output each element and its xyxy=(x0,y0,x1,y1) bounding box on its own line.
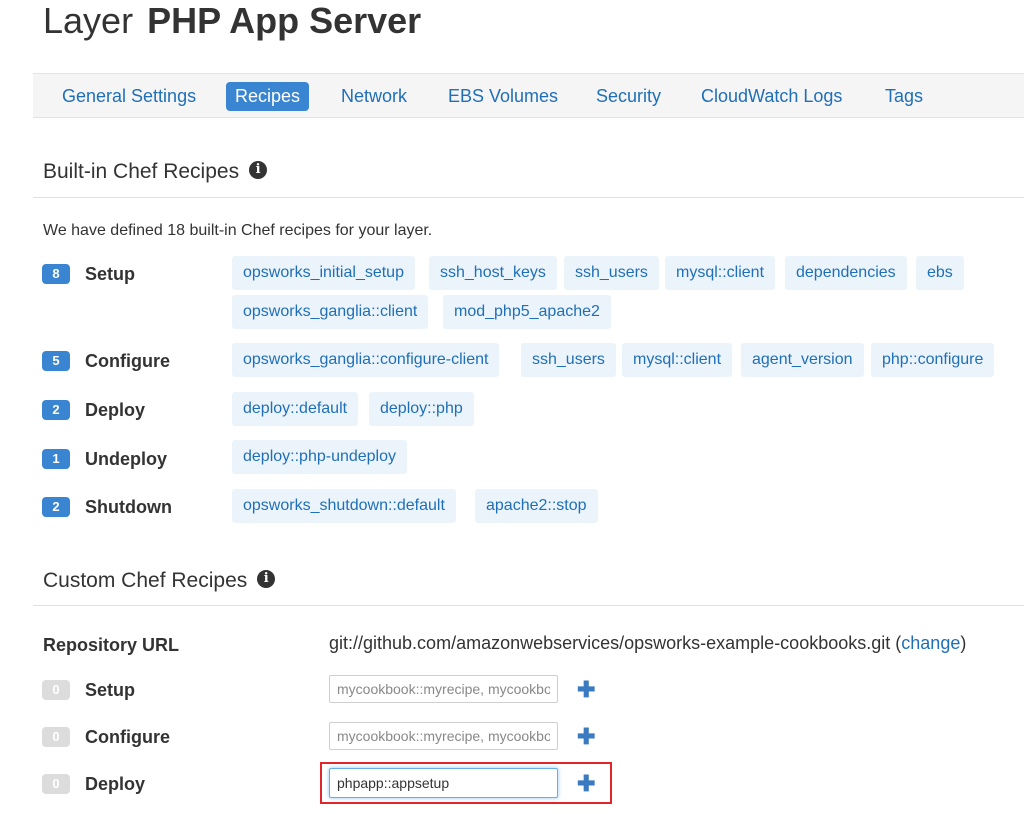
recipe-count-badge: 1 xyxy=(42,449,70,469)
recipe-count-badge: 0 xyxy=(42,727,70,747)
event-label: Configure xyxy=(85,727,170,747)
recipe-pill[interactable]: ebs xyxy=(916,256,964,290)
tab-recipes[interactable]: Recipes xyxy=(226,82,310,111)
tab-general-settings[interactable]: General Settings xyxy=(62,82,196,111)
tab-cloudwatch-logs[interactable]: CloudWatch Logs xyxy=(701,82,842,111)
event-label: Undeploy xyxy=(85,449,168,469)
recipe-pill[interactable]: php::configure xyxy=(871,343,995,377)
recipe-pill[interactable]: ssh_users xyxy=(521,343,616,377)
section-divider xyxy=(33,197,1024,198)
builtin-recipes-heading: Built-in Chef Recipes i xyxy=(43,160,268,184)
recipe-pill[interactable]: mysql::client xyxy=(665,256,776,290)
event-label: Setup xyxy=(85,680,136,700)
event-label: Shutdown xyxy=(85,497,172,517)
repository-url: git://github.com/amazonwebservices/opswo… xyxy=(329,633,966,654)
custom-setup-recipes-input[interactable] xyxy=(329,675,558,703)
custom-recipes-heading-text: Custom Chef Recipes xyxy=(43,569,248,592)
recipe-pill[interactable]: opsworks_ganglia::configure-client xyxy=(232,343,500,377)
repository-url-value: git://github.com/amazonwebservices/opswo… xyxy=(329,633,891,653)
recipe-pill[interactable]: opsworks_shutdown::default xyxy=(232,489,456,523)
tab-tags[interactable]: Tags xyxy=(885,82,923,111)
tab-bar: General Settings Recipes Network EBS Vol… xyxy=(33,73,1024,118)
builtin-intro-text: We have defined 18 built-in Chef recipes… xyxy=(43,222,433,239)
event-label: Configure xyxy=(85,351,170,371)
recipe-pill[interactable]: apache2::stop xyxy=(475,489,598,523)
tab-ebs-volumes[interactable]: EBS Volumes xyxy=(448,82,558,111)
recipe-pill[interactable]: ssh_host_keys xyxy=(429,256,557,290)
plus-icon[interactable]: ✚ xyxy=(577,679,595,701)
recipe-pill[interactable]: deploy::default xyxy=(232,392,359,426)
recipe-count-badge: 5 xyxy=(42,351,70,371)
custom-recipes-heading: Custom Chef Recipes i xyxy=(43,569,276,593)
event-label: Deploy xyxy=(85,774,146,794)
event-label: Deploy xyxy=(85,400,146,420)
info-circle-icon[interactable]: i xyxy=(249,161,268,180)
change-repository-link[interactable]: change xyxy=(901,633,960,653)
section-divider xyxy=(33,605,1024,606)
recipe-pill[interactable]: mysql::client xyxy=(622,343,733,377)
recipe-count-badge: 8 xyxy=(42,264,70,284)
recipe-pill[interactable]: deploy::php-undeploy xyxy=(232,440,408,474)
custom-configure-recipes-input[interactable] xyxy=(329,722,558,750)
repository-url-label: Repository URL xyxy=(43,635,180,655)
layer-name: PHP App Server xyxy=(147,0,422,41)
highlight-annotation xyxy=(320,762,612,804)
recipe-pill[interactable]: ssh_users xyxy=(564,256,659,290)
plus-icon[interactable]: ✚ xyxy=(577,726,595,748)
recipe-count-badge: 2 xyxy=(42,400,70,420)
info-circle-icon[interactable]: i xyxy=(257,570,276,589)
recipe-pill[interactable]: dependencies xyxy=(785,256,907,290)
tab-network[interactable]: Network xyxy=(341,82,407,111)
tab-security[interactable]: Security xyxy=(596,82,661,111)
recipe-pill[interactable]: deploy::php xyxy=(369,392,474,426)
builtin-recipes-heading-text: Built-in Chef Recipes xyxy=(43,160,240,183)
recipe-pill[interactable]: mod_php5_apache2 xyxy=(443,295,611,329)
recipe-pill[interactable]: agent_version xyxy=(741,343,864,377)
paren-close: ) xyxy=(960,633,967,653)
recipe-pill[interactable]: opsworks_initial_setup xyxy=(232,256,415,290)
recipe-count-badge: 2 xyxy=(42,497,70,517)
recipe-count-badge: 0 xyxy=(42,680,70,700)
recipe-pill[interactable]: opsworks_ganglia::client xyxy=(232,295,429,329)
page-title: Layer PHP App Server xyxy=(43,0,421,42)
event-label: Setup xyxy=(85,264,136,284)
recipe-count-badge: 0 xyxy=(42,774,70,794)
page-title-prefix: Layer xyxy=(43,0,134,41)
